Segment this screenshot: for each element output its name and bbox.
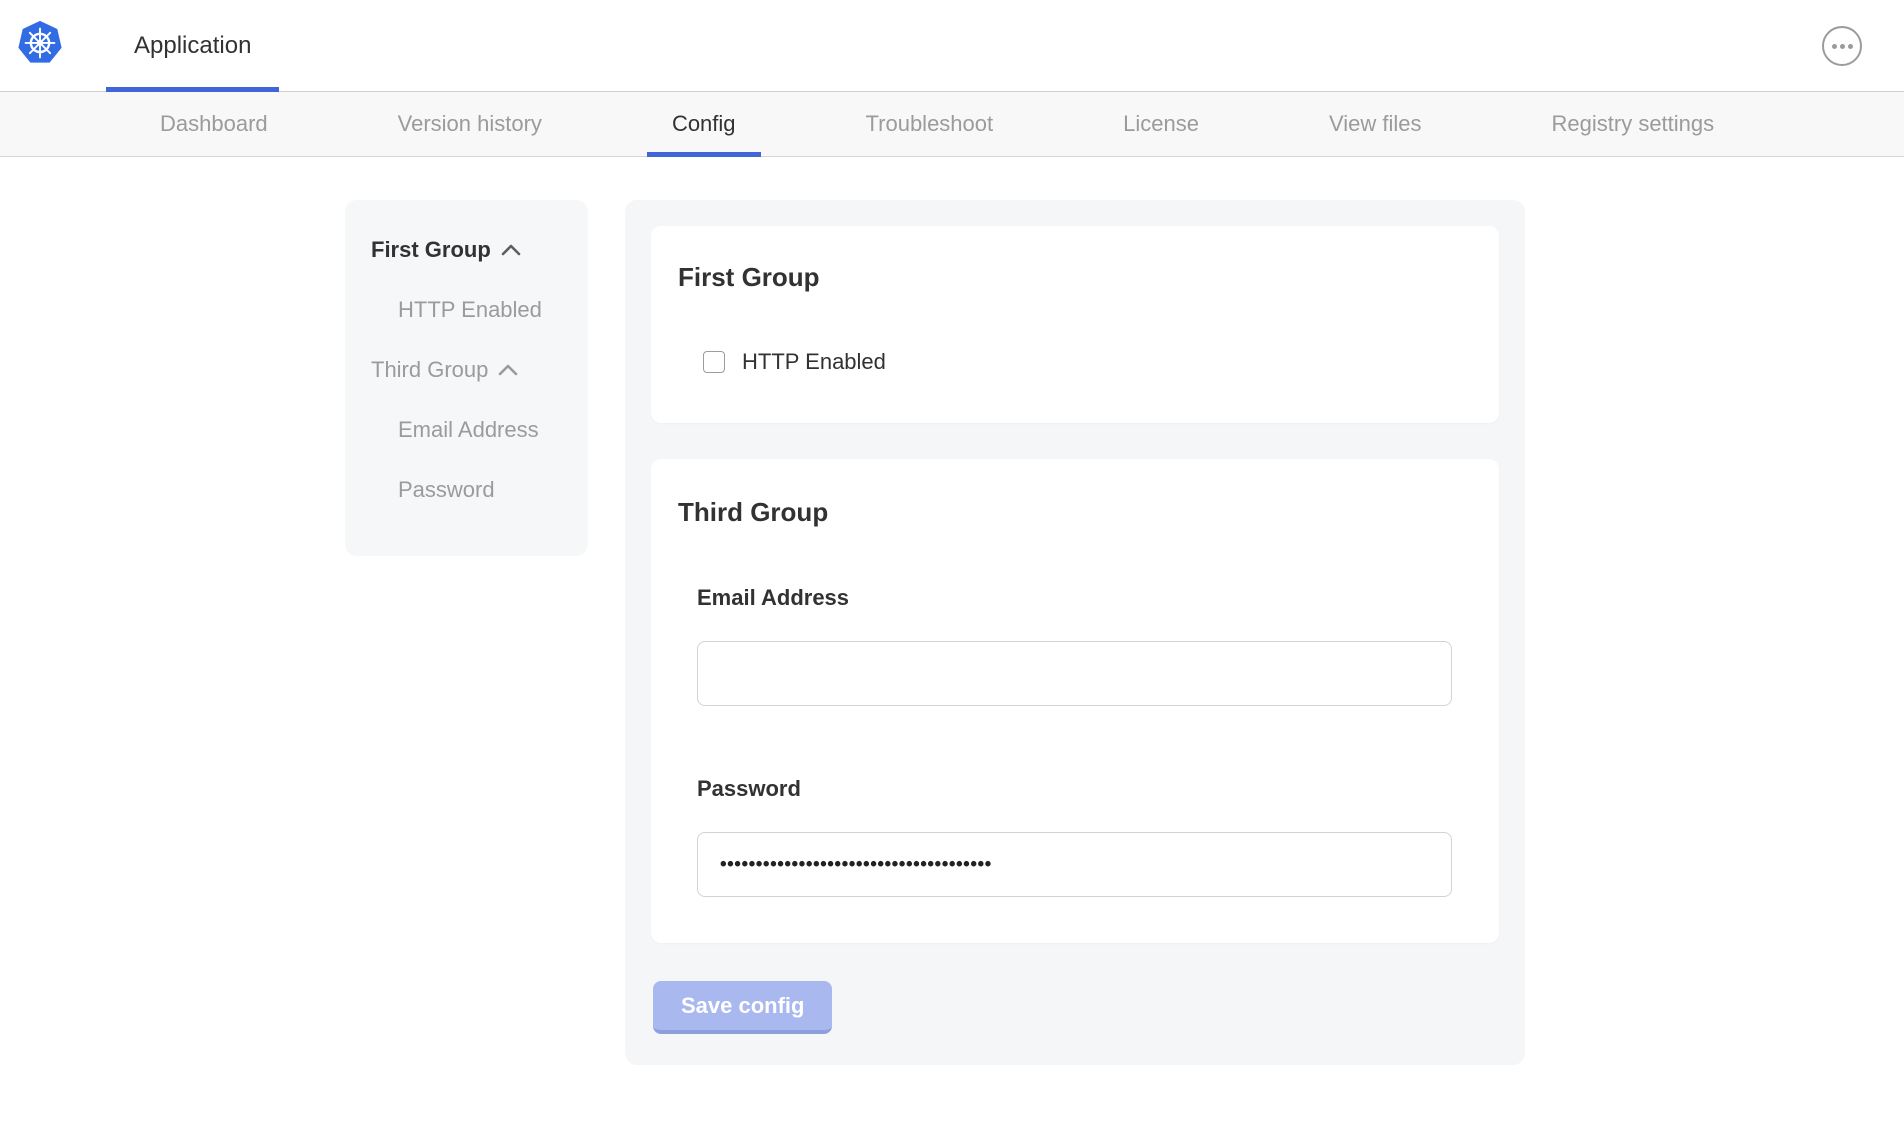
sidebar-item-label: HTTP Enabled [398, 298, 542, 322]
sidebar-group-first-group[interactable]: First Group [371, 238, 568, 262]
tab-view-files[interactable]: View files [1304, 92, 1447, 156]
email-address-field: Email Address [697, 585, 1472, 706]
tab-license[interactable]: License [1098, 92, 1224, 156]
password-field: Password [697, 776, 1472, 897]
config-group-card-third: Third Group Email Address Password [651, 459, 1499, 943]
sidebar-item-email-address[interactable]: Email Address [371, 418, 568, 442]
tab-registry-settings[interactable]: Registry settings [1527, 92, 1740, 156]
tab-dashboard[interactable]: Dashboard [135, 92, 293, 156]
config-sidebar: First Group HTTP Enabled Third Group Ema… [345, 200, 588, 556]
tab-config[interactable]: Config [647, 92, 761, 156]
application-tab[interactable]: Application [106, 0, 279, 92]
save-config-button[interactable]: Save config [653, 981, 832, 1034]
config-panel: First Group HTTP Enabled Third Group Ema… [625, 200, 1525, 1065]
email-address-input[interactable] [697, 641, 1452, 706]
ellipsis-icon [1840, 44, 1845, 49]
tab-version-history[interactable]: Version history [373, 92, 567, 156]
application-tab-label: Application [134, 32, 251, 60]
email-address-label: Email Address [697, 585, 1472, 611]
http-enabled-field: HTTP Enabled [703, 349, 1472, 375]
password-label: Password [697, 776, 1472, 802]
tab-troubleshoot[interactable]: Troubleshoot [841, 92, 1019, 156]
sidebar-item-password[interactable]: Password [371, 478, 568, 502]
http-enabled-checkbox[interactable] [703, 351, 725, 373]
app-header: Application [0, 0, 1904, 92]
password-input[interactable] [697, 832, 1452, 897]
group-title: First Group [678, 262, 1472, 293]
sidebar-group-label: First Group [371, 238, 491, 262]
sidebar-item-http-enabled[interactable]: HTTP Enabled [371, 298, 568, 322]
sidebar-item-label: Password [398, 478, 495, 502]
sidebar-group-label: Third Group [371, 358, 488, 382]
ellipsis-icon [1832, 44, 1837, 49]
overflow-menu-button[interactable] [1822, 26, 1862, 66]
group-title: Third Group [678, 497, 1472, 528]
ellipsis-icon [1848, 44, 1853, 49]
chevron-up-icon [501, 244, 521, 256]
http-enabled-label: HTTP Enabled [742, 349, 886, 375]
kubernetes-logo-icon [16, 18, 64, 66]
nav-tab-bar: Dashboard Version history Config Trouble… [0, 92, 1904, 157]
sidebar-item-label: Email Address [398, 418, 539, 442]
config-group-card-first: First Group HTTP Enabled [651, 226, 1499, 423]
sidebar-group-third-group[interactable]: Third Group [371, 358, 568, 382]
chevron-up-icon [498, 364, 518, 376]
